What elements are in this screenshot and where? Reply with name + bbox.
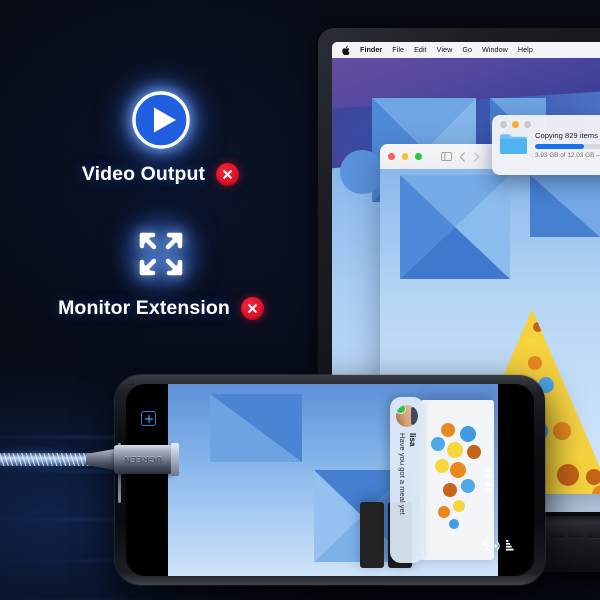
play-circle-icon	[114, 74, 207, 166]
feature-video-output: Video Output	[58, 74, 263, 186]
notification-message: Have you got a meal yet	[397, 433, 407, 515]
keyboard-key	[550, 529, 565, 538]
close-button[interactable]	[500, 121, 507, 128]
phone-screen[interactable]: 09:41 lisa Have you got a meal yet	[126, 384, 534, 576]
chevron-right-icon[interactable]	[473, 151, 480, 162]
dialog-body: Copying 829 items to 3.93 GB of 12.03 GB…	[492, 128, 600, 159]
menu-item-view[interactable]: View	[437, 46, 453, 53]
menu-item-finder[interactable]: Finder	[360, 46, 382, 53]
status-bar-icons	[481, 539, 514, 552]
expand-arrows-icon	[115, 208, 207, 300]
zoom-button[interactable]	[415, 153, 422, 160]
wallpaper-geometry-inner	[400, 175, 600, 279]
sidebar-toggle-icon[interactable]	[440, 152, 452, 161]
phone-body: 09:41 lisa Have you got a meal yet	[115, 375, 545, 585]
macos-menu-bar[interactable]: Finder File Edit View Go Window Help	[332, 42, 600, 58]
screen-mirror-icon[interactable]	[141, 411, 156, 426]
minimize-button[interactable]	[512, 121, 519, 128]
dialog-titlebar[interactable]	[492, 115, 600, 128]
keyboard-key	[586, 529, 600, 538]
online-indicator	[396, 405, 406, 414]
feature-label: Monitor Extension	[58, 297, 230, 319]
progress-fill	[535, 144, 585, 150]
notification-sender: lisa	[407, 433, 417, 447]
product-scene: Finder File Edit View Go Window Help Cop…	[0, 0, 600, 600]
keyboard-key	[568, 529, 583, 538]
feature-monitor-extension: Monitor Extension	[42, 208, 280, 320]
copy-subtitle: 3.93 GB of 12.03 GB – Ab	[535, 152, 600, 160]
menu-item-go[interactable]: Go	[462, 46, 472, 53]
status-bar-time: 09:41	[482, 467, 493, 493]
cable-braid	[0, 453, 96, 466]
cable-brand-label: UGREEN	[124, 455, 162, 464]
chevron-left-icon[interactable]	[459, 151, 466, 162]
progress-bar	[535, 144, 600, 150]
notification-text: lisa Have you got a meal yet	[397, 433, 417, 515]
menu-item-help[interactable]: Help	[518, 46, 533, 53]
mirrored-3d-pile	[431, 423, 481, 529]
connector-tip	[171, 443, 179, 476]
phone-camera	[131, 383, 134, 386]
notification-banner[interactable]: lisa Have you got a meal yet	[390, 397, 424, 563]
wifi-icon	[493, 541, 500, 550]
copy-title: Copying 829 items to	[535, 131, 600, 140]
x-icon	[216, 163, 240, 186]
close-button[interactable]	[388, 153, 395, 160]
battery-icon	[481, 539, 488, 552]
dynamic-island	[506, 441, 518, 519]
menu-item-edit[interactable]: Edit	[414, 46, 427, 53]
menu-item-window[interactable]: Window	[482, 46, 508, 53]
cellular-bars-icon	[506, 540, 514, 551]
phone-device: 09:41 lisa Have you got a meal yet	[115, 375, 545, 585]
feature-label-row: Video Output	[58, 163, 263, 186]
avatar-icon	[396, 405, 418, 427]
feature-label-row: Monitor Extension	[42, 297, 280, 320]
folder-icon	[500, 133, 527, 154]
zoom-button[interactable]	[524, 121, 531, 128]
apple-logo-icon[interactable]	[342, 45, 350, 55]
minimize-button[interactable]	[401, 153, 408, 160]
dialog-text: Copying 829 items to 3.93 GB of 12.03 GB…	[535, 130, 600, 159]
mirrored-desktop	[168, 384, 498, 576]
usb-c-connector-icon: UGREEN	[114, 445, 172, 474]
menu-item-file[interactable]: File	[392, 46, 404, 53]
mirrored-app-window	[360, 502, 384, 568]
feature-label: Video Output	[81, 163, 206, 185]
copy-progress-dialog[interactable]: Copying 829 items to 3.93 GB of 12.03 GB…	[492, 115, 600, 175]
x-icon	[240, 297, 264, 320]
